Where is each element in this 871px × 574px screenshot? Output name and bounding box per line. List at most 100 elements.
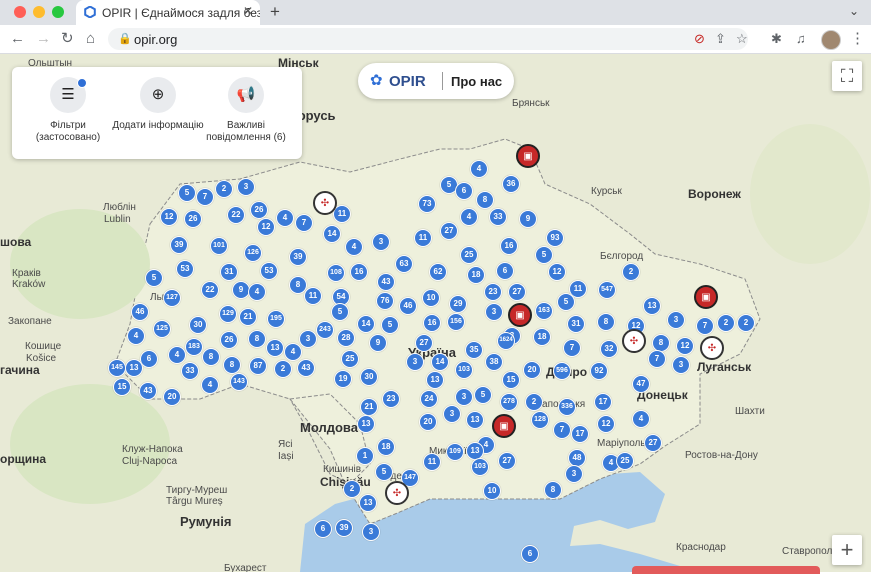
incident-pin-icon[interactable]: ✣ [313,191,337,215]
cluster-marker[interactable]: 21 [239,308,257,326]
cluster-marker[interactable]: 3 [443,405,461,423]
cluster-marker[interactable]: 5 [178,184,196,202]
opir-logo-text[interactable]: OPIR [389,73,426,90]
cluster-marker[interactable]: 8 [223,356,241,374]
cluster-marker[interactable]: 12 [676,337,694,355]
cluster-marker[interactable]: 336 [558,398,576,416]
cluster-marker[interactable]: 8 [544,481,562,499]
cluster-marker[interactable]: 76 [376,292,394,310]
new-tab-button[interactable]: + [270,2,280,22]
cluster-marker[interactable]: 11 [423,453,441,471]
cluster-marker[interactable]: 46 [399,297,417,315]
cluster-marker[interactable]: 2 [343,480,361,498]
cluster-marker[interactable]: 27 [644,434,662,452]
cluster-marker[interactable]: 13 [466,411,484,429]
cluster-marker[interactable]: 156 [447,313,465,331]
cluster-marker[interactable]: 3 [672,356,690,374]
cluster-marker[interactable]: 183 [185,338,203,356]
cluster-marker[interactable]: 163 [535,302,553,320]
cluster-marker[interactable]: 19 [334,370,352,388]
cluster-marker[interactable]: 25 [616,452,634,470]
incident-pin-icon[interactable]: ✣ [622,329,646,353]
cluster-marker[interactable]: 4 [460,208,478,226]
close-tab-icon[interactable]: ✕ [243,4,253,18]
cluster-marker[interactable]: 25 [341,350,359,368]
cluster-marker[interactable]: 27 [440,222,458,240]
cluster-marker[interactable]: 29 [449,295,467,313]
notification-bar[interactable] [632,566,820,574]
cluster-marker[interactable]: 43 [139,382,157,400]
cluster-marker[interactable]: 9 [519,210,537,228]
cluster-marker[interactable]: 10 [422,289,440,307]
cluster-marker[interactable]: 103 [471,458,489,476]
cluster-marker[interactable]: 596 [553,362,571,380]
minimize-window-button[interactable] [33,6,45,18]
cluster-marker[interactable]: 5 [375,463,393,481]
cluster-marker[interactable]: 6 [496,262,514,280]
cluster-marker[interactable]: 129 [219,305,237,323]
cluster-marker[interactable]: 1624 [497,332,515,350]
cluster-marker[interactable]: 53 [176,260,194,278]
cluster-marker[interactable]: 27 [508,283,526,301]
cluster-marker[interactable]: 22 [227,206,245,224]
cluster-marker[interactable]: 14 [431,353,449,371]
cluster-marker[interactable]: 20 [419,413,437,431]
cluster-marker[interactable]: 16 [350,263,368,281]
cluster-marker[interactable]: 5 [381,316,399,334]
cluster-marker[interactable]: 7 [696,317,714,335]
cluster-marker[interactable]: 46 [131,303,149,321]
share-icon[interactable]: ⇪ [715,31,726,47]
cluster-marker[interactable]: 4 [470,160,488,178]
alert-pin-icon[interactable]: ▣ [694,285,718,309]
cluster-marker[interactable]: 278 [500,393,518,411]
cluster-marker[interactable]: 5 [145,269,163,287]
cluster-marker[interactable]: 14 [357,315,375,333]
reload-button[interactable]: ↻ [61,29,74,49]
cluster-marker[interactable]: 5 [535,246,553,264]
cluster-marker[interactable]: 62 [429,263,447,281]
cluster-marker[interactable]: 8 [597,313,615,331]
cluster-marker[interactable]: 103 [455,361,473,379]
cluster-marker[interactable]: 13 [426,371,444,389]
blocked-permission-icon[interactable]: ⊘ [694,31,705,47]
cluster-marker[interactable]: 12 [597,415,615,433]
cluster-marker[interactable]: 2 [215,180,233,198]
cluster-marker[interactable]: 15 [502,371,520,389]
cluster-marker[interactable]: 12 [257,218,275,236]
about-link[interactable]: Про нас [451,74,502,89]
cluster-marker[interactable]: 6 [455,182,473,200]
media-control-icon[interactable]: ♫ [796,29,806,49]
incident-pin-icon[interactable]: ✣ [385,481,409,505]
cluster-marker[interactable]: 33 [489,208,507,226]
cluster-marker[interactable]: 5 [474,386,492,404]
cluster-marker[interactable]: 2 [274,360,292,378]
cluster-marker[interactable]: 22 [201,281,219,299]
cluster-marker[interactable]: 15 [113,378,131,396]
alert-pin-icon[interactable]: ▣ [492,414,516,438]
cluster-marker[interactable]: 8 [248,330,266,348]
cluster-marker[interactable]: 13 [643,297,661,315]
cluster-marker[interactable]: 108 [327,264,345,282]
cluster-marker[interactable]: 8 [202,348,220,366]
cluster-marker[interactable]: 36 [502,175,520,193]
cluster-marker[interactable]: 11 [304,287,322,305]
forward-button[interactable]: → [36,29,51,49]
cluster-marker[interactable]: 39 [170,236,188,254]
cluster-marker[interactable]: 39 [335,519,353,537]
cluster-marker[interactable]: 93 [546,229,564,247]
cluster-marker[interactable]: 18 [533,328,551,346]
cluster-marker[interactable]: 26 [250,201,268,219]
cluster-marker[interactable]: 21 [360,398,378,416]
cluster-marker[interactable]: 17 [571,425,589,443]
profile-avatar[interactable] [821,30,841,50]
cluster-marker[interactable]: 33 [181,362,199,380]
cluster-marker[interactable]: 4 [632,410,650,428]
cluster-marker[interactable]: 13 [266,339,284,357]
cluster-marker[interactable]: 4 [345,238,363,256]
cluster-marker[interactable]: 2 [622,263,640,281]
cluster-marker[interactable]: 8 [476,191,494,209]
cluster-marker[interactable]: 23 [484,283,502,301]
cluster-marker[interactable]: 145 [108,359,126,377]
cluster-marker[interactable]: 13 [125,359,143,377]
cluster-marker[interactable]: 26 [220,331,238,349]
